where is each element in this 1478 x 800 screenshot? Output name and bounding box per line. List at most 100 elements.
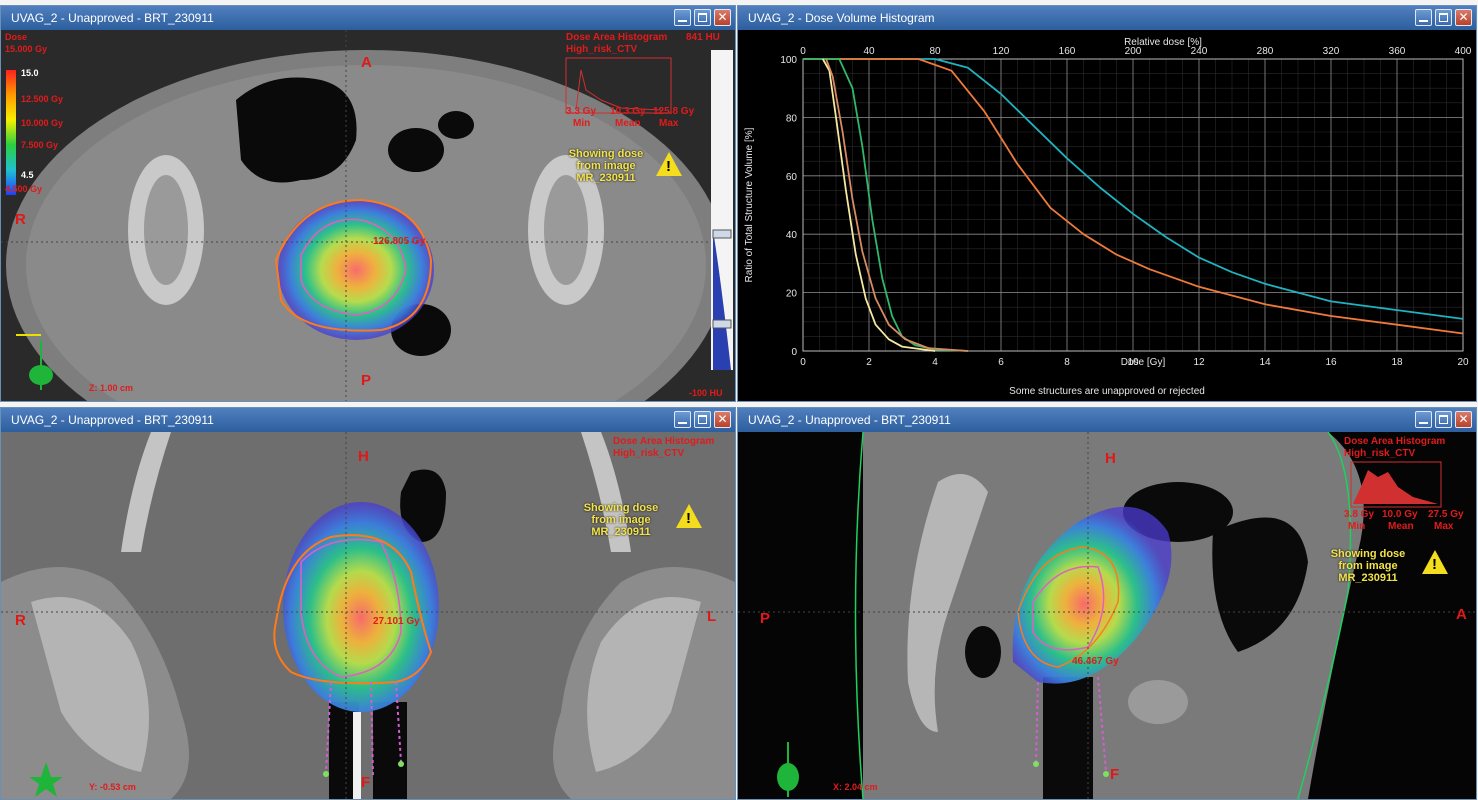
x-tick-label: 18 [1391,357,1403,368]
x-tick-label: 2 [866,357,872,368]
x-tick-label: 8 [1064,357,1070,368]
sagittal-view-window[interactable]: UVAG_2 - Unapproved - BRT_230911 ✕ H F P… [737,407,1477,800]
warning-icon[interactable]: ! [656,152,682,176]
dose-area-histogram-title: Dose Area Histogram [566,32,668,43]
orient-label-anterior: A [361,54,372,71]
x-tick-label: 0 [800,357,806,368]
dose-legend-title: Dose [5,32,28,42]
x-tick-label: 4 [932,357,938,368]
x2-tick-label: 320 [1323,46,1340,57]
hu-readout: 841 HU [686,32,720,43]
dah-max-label: Max [659,118,679,129]
dah-max-value: 125.8 Gy [653,106,695,117]
slice-coordinate: X: 2.04 cm [833,782,878,792]
x2-tick-label: 80 [929,46,941,57]
minimize-button[interactable] [674,9,691,26]
coronal-view-window[interactable]: UVAG_2 - Unapproved - BRT_230911 ✕ H F R… [0,407,736,800]
warning-icon[interactable]: ! [1422,550,1448,574]
orient-label-anterior: A [1456,606,1467,623]
warning-icon[interactable]: ! [676,504,702,528]
x-axis-label: Dose [Gy] [1121,357,1166,368]
dah-min-value: 3.8 Gy [1344,509,1375,520]
dvh-window[interactable]: UVAG_2 - Dose Volume Histogram 024681012… [737,5,1477,402]
coronal-titlebar[interactable]: UVAG_2 - Unapproved - BRT_230911 [1,408,735,432]
dah-structure-name: High_risk_CTV [1344,448,1416,459]
maximize-button[interactable] [694,411,711,428]
close-button[interactable] [714,411,731,428]
axial-titlebar[interactable]: UVAG_2 - Unapproved - BRT_230911 [1,6,735,30]
x2-axis-label: Relative dose [%] [1124,37,1202,48]
y-tick-label: 80 [786,113,798,124]
minimize-button[interactable] [674,411,691,428]
dah-max-label: Max [1434,521,1454,532]
dose-area-histogram-title: Dose Area Histogram [1344,436,1446,447]
showing-line-2: from image [576,160,636,172]
point-dose-readout: 126.805 Gy [373,236,426,247]
maximize-button[interactable] [1435,9,1452,26]
coronal-image-viewport[interactable]: H F R L Dose Area Histogram High_risk_CT… [1,432,735,799]
x-tick-label: 14 [1259,357,1271,368]
orient-label-right: R [15,612,26,629]
dvh-titlebar[interactable]: UVAG_2 - Dose Volume Histogram [738,6,1476,30]
dah-mean-label: Mean [1388,521,1414,532]
close-button[interactable] [714,9,731,26]
dose-legend-top-value: 15.0 [21,68,39,78]
dah-structure-name: High_risk_CTV [613,448,685,459]
y-axis-label: Ratio of Total Structure Volume [%] [744,127,755,282]
dah-mean-value: 10.0 Gy [1382,509,1418,520]
x2-tick-label: 40 [863,46,875,57]
orient-label-left: L [707,608,717,625]
dah-mean-value: 10.3 Gy [610,106,646,117]
slice-coordinate: Z: 1.00 cm [89,383,134,393]
orient-label-right: R [15,211,26,228]
showing-line-2: from image [591,514,651,526]
maximize-button[interactable] [1435,411,1452,428]
dose-area-histogram-title: Dose Area Histogram [613,436,715,447]
axial-image-viewport[interactable]: A P R Dose 15.000 Gy 15.0 12.500 Gy 10.0… [1,30,735,401]
showing-line-1: Showing dose [1330,548,1406,560]
dvh-window-title: UVAG_2 - Dose Volume Histogram [748,11,935,25]
hu-window-low: -100 HU [689,388,723,398]
orient-label-foot: F [1110,766,1120,783]
dose-legend-low-value: 4.5 [21,170,34,180]
slice-coordinate: Y: -0.53 cm [89,782,136,792]
dah-structure-name: High_risk_CTV [566,44,638,55]
sagittal-titlebar[interactable]: UVAG_2 - Unapproved - BRT_230911 [738,408,1476,432]
dah-min-value: 3.3 Gy [566,106,597,117]
sagittal-ct-image [738,432,1476,799]
showing-line-1: Showing dose [568,148,644,160]
close-button[interactable] [1455,9,1472,26]
y-tick-label: 100 [780,55,797,66]
dose-volume-histogram-chart: 0 2 4 6 8 10 12 14 16 18 200204060801000 40 80 120 160… [744,37,1472,368]
orient-label-foot: F [361,774,371,791]
dose-legend-level-2: 10.000 Gy [21,118,64,128]
orient-label-posterior: P [361,372,372,389]
dah-max-value: 27.5 Gy [1428,509,1464,520]
y-tick-label: 0 [791,347,797,358]
maximize-button[interactable] [694,9,711,26]
x2-tick-label: 400 [1455,46,1472,57]
dose-legend-level-1: 12.500 Gy [21,94,64,104]
x-tick-label: 20 [1457,357,1469,368]
dvh-footer-note: Some structures are unapproved or reject… [1009,386,1205,397]
sagittal-window-title: UVAG_2 - Unapproved - BRT_230911 [748,413,951,427]
dvh-chart-area[interactable]: 0 2 4 6 8 10 12 14 16 18 20 0 20 40 60 80 100 0 40 80 120 160… [738,30,1476,401]
showing-line-2: from image [1338,560,1398,572]
x-tick-label: 12 [1193,357,1205,368]
dose-legend-level-3: 7.500 Gy [21,140,59,150]
close-button[interactable] [1455,411,1472,428]
orient-label-posterior: P [760,610,771,627]
coronal-window-title: UVAG_2 - Unapproved - BRT_230911 [11,413,214,427]
y-tick-label: 40 [786,230,798,241]
dose-legend-max: 15.000 Gy [5,44,48,54]
x2-tick-label: 280 [1257,46,1274,57]
coronal-ct-image [1,432,735,799]
axial-view-window[interactable]: UVAG_2 - Unapproved - BRT_230911 ✕ A P R… [0,5,736,402]
sagittal-image-viewport[interactable]: H F P A Dose Area Histogram High_risk_CT… [738,432,1476,799]
x-tick-label: 6 [998,357,1004,368]
dah-mean-label: Mean [615,118,641,129]
showing-dose-note: Showing dose from image MR_230911 [1318,548,1418,584]
minimize-button[interactable] [1415,9,1432,26]
minimize-button[interactable] [1415,411,1432,428]
dah-min-label: Min [573,118,591,129]
